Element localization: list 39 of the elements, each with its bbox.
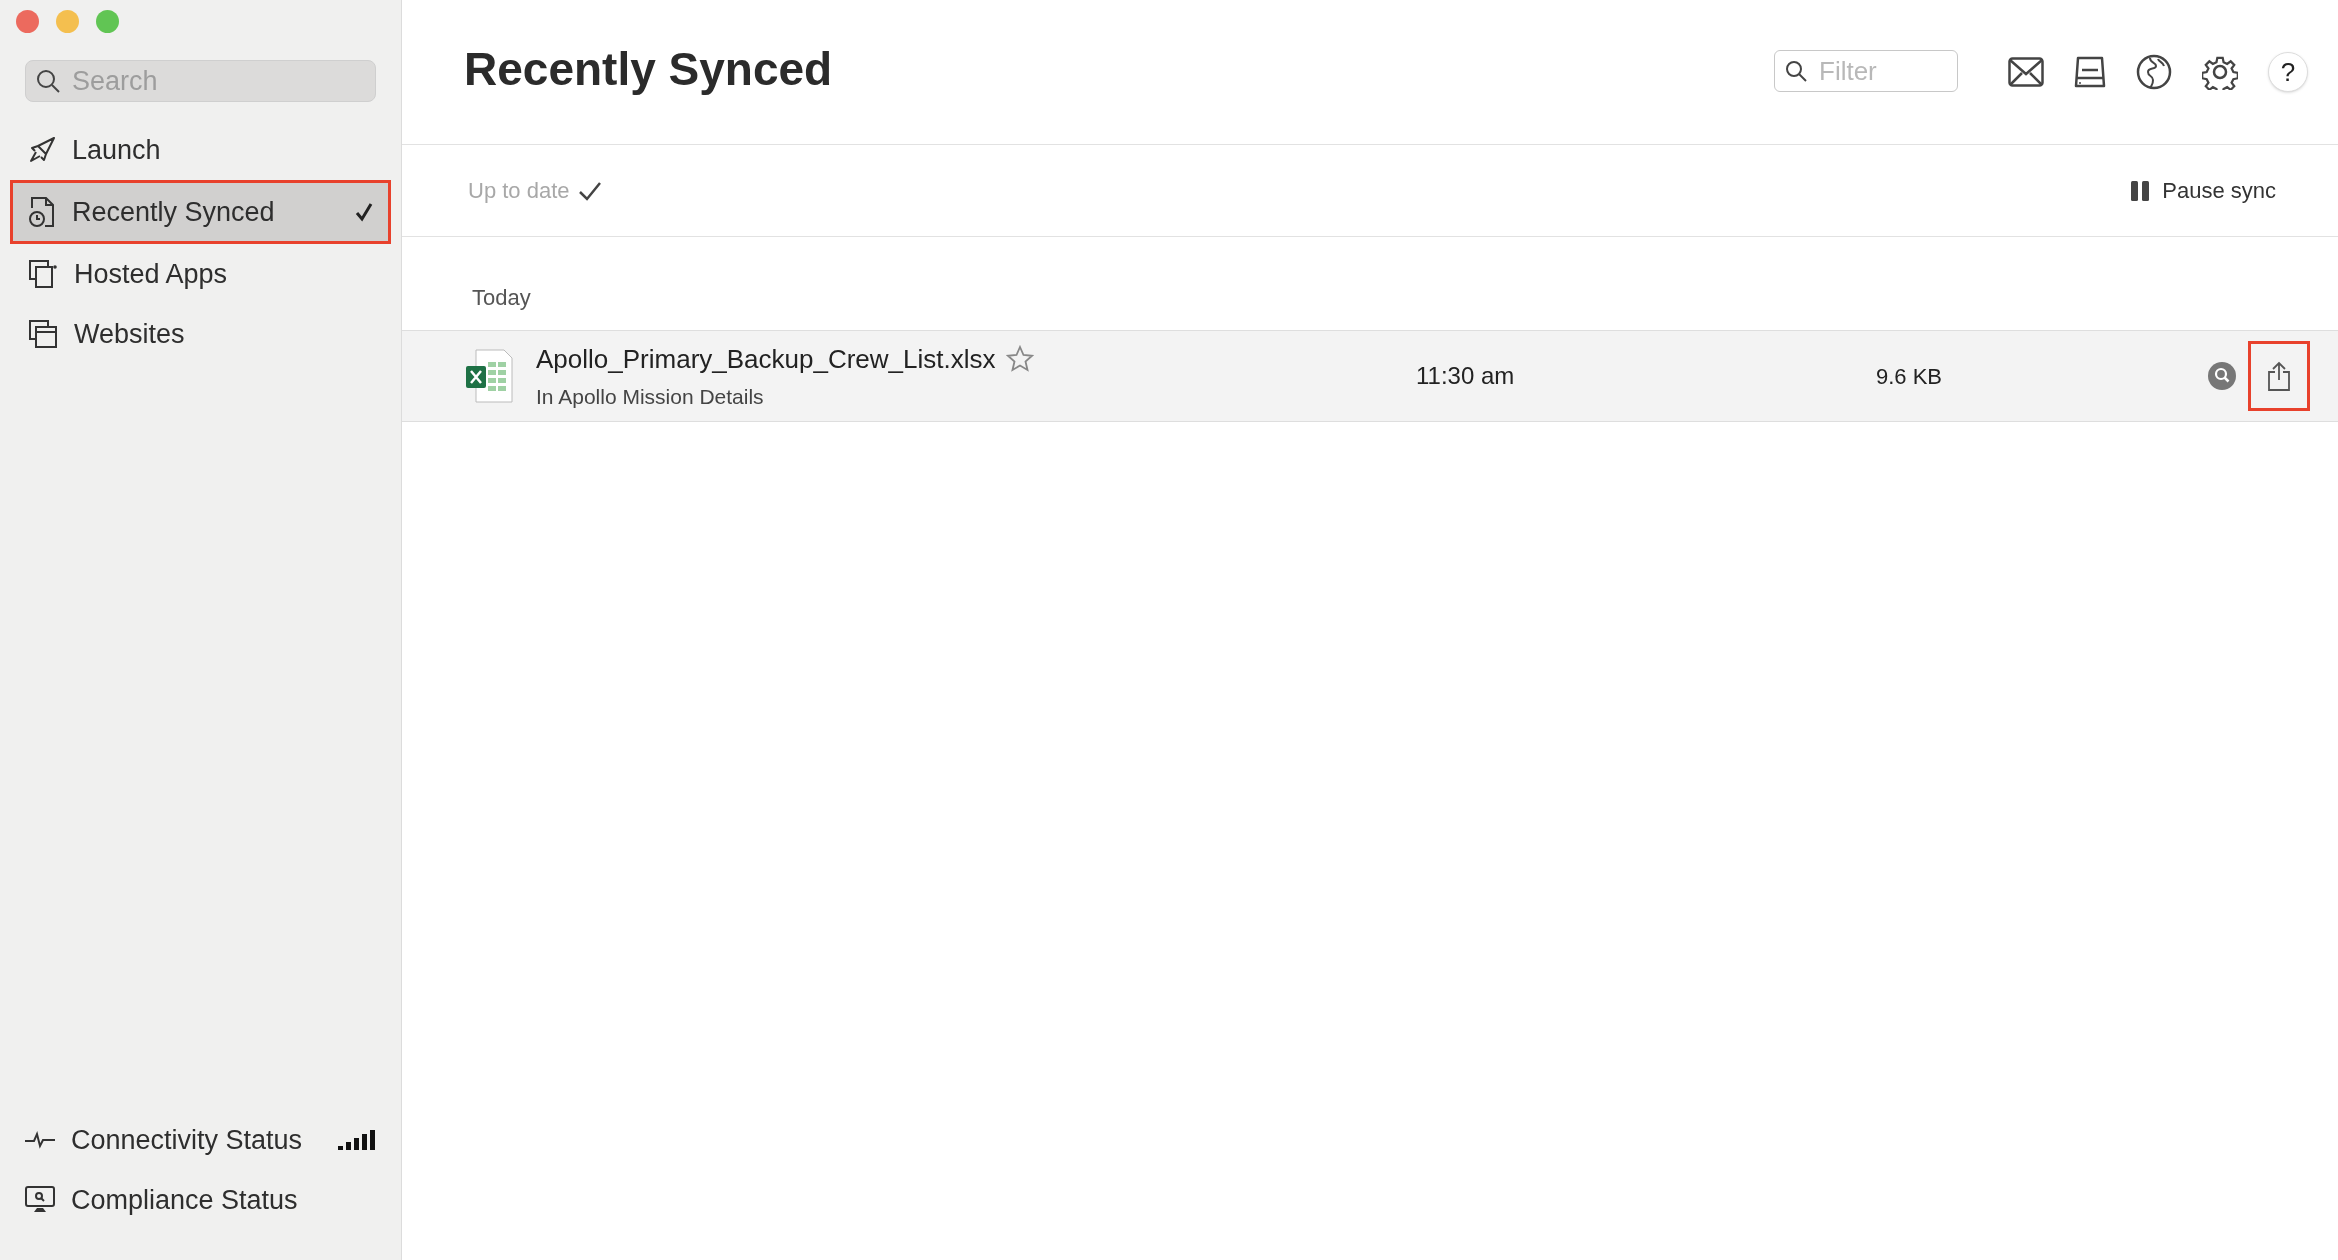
- share-icon: [2267, 361, 2291, 391]
- signal-icon: [338, 1130, 376, 1150]
- sidebar-item[interactable]: Launch: [10, 120, 391, 180]
- checkmark-icon: [355, 202, 373, 222]
- drive-icon[interactable]: [2074, 55, 2106, 89]
- share-button[interactable]: [2248, 341, 2310, 411]
- file-location: In Apollo Mission Details: [536, 383, 764, 410]
- sidebar-item[interactable]: Hosted Apps: [10, 244, 391, 304]
- search-icon: [1784, 59, 1808, 83]
- section-heading: Today: [472, 284, 531, 312]
- page-title: Recently Synced: [464, 42, 833, 97]
- status-text: Up to date: [468, 177, 570, 205]
- sidebar-item[interactable]: Compliance Status: [10, 1170, 391, 1230]
- clock-document-icon: [28, 196, 56, 228]
- monitor-search-icon: [25, 1186, 55, 1214]
- globe-icon[interactable]: [2136, 54, 2172, 90]
- star-icon[interactable]: [1005, 345, 1034, 374]
- spreadsheet-file-icon: [464, 348, 514, 404]
- pause-icon: [2130, 180, 2151, 201]
- search-field[interactable]: Search: [25, 60, 376, 102]
- pause-sync-button[interactable]: Pause sync: [2130, 174, 2276, 207]
- file-row[interactable]: Apollo_Primary_Backup_Crew_List.xlsx In Apollo Mission Details 11:30 am 9.6 KB: [402, 330, 2338, 422]
- search-icon[interactable]: [2208, 362, 2236, 390]
- mail-icon[interactable]: [2008, 57, 2044, 87]
- sync-time: 11:30 am: [1416, 361, 1516, 391]
- sidebar-item[interactable]: Connectivity Status: [10, 1110, 391, 1170]
- file-size: 9.6 KB: [1876, 362, 1943, 391]
- browser-windows-icon: [28, 319, 58, 349]
- file-name: Apollo_Primary_Backup_Crew_List.xlsx: [536, 342, 996, 376]
- windows-icon: [28, 259, 58, 289]
- sidebar-item[interactable]: Websites: [10, 304, 391, 364]
- help-button[interactable]: ?: [2268, 52, 2308, 92]
- search-icon: [35, 68, 61, 94]
- filter-field[interactable]: Filter: [1774, 50, 1958, 92]
- sidebar-item[interactable]: Recently Synced: [10, 180, 391, 244]
- settings-icon[interactable]: [2202, 54, 2238, 90]
- rocket-icon: [28, 136, 56, 164]
- close-button[interactable]: [16, 10, 39, 33]
- pulse-icon: [25, 1130, 55, 1150]
